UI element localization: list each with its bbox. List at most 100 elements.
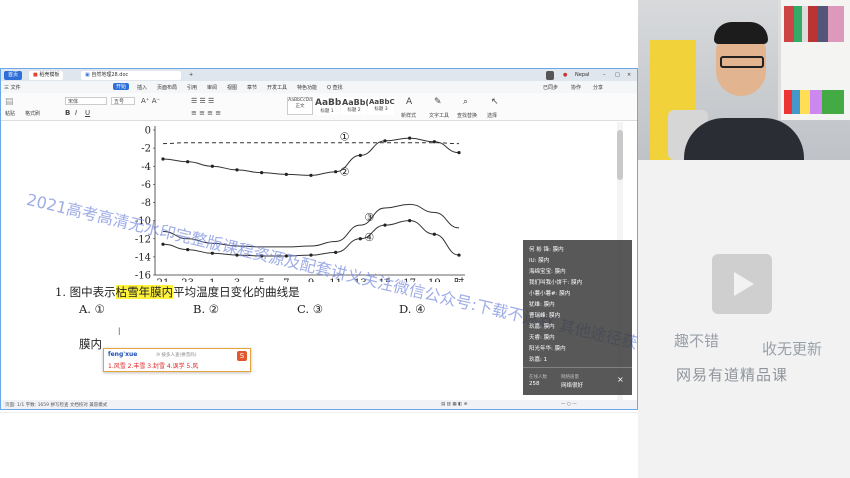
chat-message: 曹瑞峰: 膜内 [529,313,561,319]
play-logo-icon [712,254,772,314]
ime-input: feng'xue [108,351,138,358]
chat-close-icon[interactable]: × [617,375,624,384]
new-style-label[interactable]: 新样式 [401,112,416,119]
collab-button[interactable]: 协作 [571,84,581,91]
format-painter[interactable]: 格式刷 [25,110,40,117]
ime-popup[interactable]: feng'xue ⑩ 按多人查(拼音码) 1.风雪 2.丰雪 3.封雪 4.讽学… [103,348,251,372]
align-icons[interactable]: ≡ ≡ ≡ ≡ [191,109,221,117]
menu-search[interactable]: Q 查找 [327,84,343,91]
x-tick-label: 9 [308,278,314,282]
ime-candidates[interactable]: 1.风雪 2.丰雪 3.封雪 4.讽学 5.风 [108,361,198,370]
data-point [334,250,338,254]
chat-message: 我们叫我小饼干: 膜内 [529,280,583,286]
chat-message: 小薯小薯#: 膜内 [529,291,571,297]
sogou-logo-icon: S [237,351,247,361]
find-icon[interactable]: ⌕ [463,97,468,107]
series-label: ③ [364,211,374,224]
y-tick-label: -8 [141,198,151,209]
avatar[interactable]: ● [559,71,571,80]
new-style-icon[interactable]: A [406,97,412,107]
course-panel: 趣不错 收无更新 网易有道精品课 [638,160,850,478]
online-label: 在线人数 [529,375,547,380]
series-label: ② [340,166,350,179]
window-icon[interactable] [546,71,554,80]
chat-message: IU: 膜内 [529,258,550,264]
text-tools-label[interactable]: 文字工具 [429,112,449,119]
question-line: 1. 图中表示枯雪年膜内平均温度日变化的曲线是 [55,284,300,300]
italic-icon[interactable]: I [75,109,77,117]
add-tab-button[interactable]: + [185,71,197,80]
data-point [358,237,362,241]
chat-message: 犹维: 膜内 [529,302,555,308]
series-line [162,137,460,176]
style-heading1[interactable]: AaBb 标题 1 [314,97,341,115]
x-tick-label: 21 [157,278,170,282]
ime-hint: ⑩ 按多人查(拼音码) [156,353,197,358]
x-tick-label: 3 [234,278,240,282]
share-button[interactable]: 分享 [593,84,603,91]
menu-view[interactable]: 视图 [227,84,237,91]
menu-reference[interactable]: 引用 [187,84,197,91]
tab-templates[interactable]: ■ 稻壳模板 [29,71,64,80]
style-heading3[interactable]: AaBbC 标题 3 [368,97,395,115]
x-tick-label: 23 [181,278,194,282]
data-point [186,248,190,252]
menu-dev-tools[interactable]: 开发工具 [267,84,287,91]
menu-chapter[interactable]: 章节 [247,84,257,91]
data-point [457,151,461,155]
zoom-slider[interactable]: — ○ — [561,402,577,407]
tab-bar: 首页 ■ 稻壳模板 ▣ 自然地理28.doc + ● Nepal – □ × [1,69,637,81]
brand-right: 收无更新 [762,340,823,358]
chat-message: 天睿: 膜内 [529,335,555,341]
maximize-icon[interactable]: □ [611,71,624,80]
menu-insert[interactable]: 插入 [137,84,147,91]
y-tick-label: -16 [135,271,151,282]
find-replace-label[interactable]: 查找替换 [457,112,477,119]
person-hair [714,22,768,44]
sync-status[interactable]: 已同步 [543,84,558,91]
tab-home[interactable]: 首页 [4,71,23,80]
select-label[interactable]: 选择 [487,112,497,119]
y-tick-label: 0 [145,126,151,137]
menu-review[interactable]: 审阅 [207,84,217,91]
menu-file[interactable]: 三 文件 [4,84,21,91]
underline-icon[interactable]: U [85,109,90,117]
brand-left: 趣不错 [674,332,720,350]
bold-icon[interactable]: B [65,109,70,117]
ribbon: ▤ 粘贴 格式刷 宋体 五号 B I U A⁺ A⁻ ☰ ☰ ☰ ≡ ≡ ≡ ≡… [1,93,637,121]
data-point [334,170,338,174]
x-tick-label: 时 [454,277,464,282]
user-name[interactable]: Nepal [571,71,593,80]
question-text-before: 图中表示 [69,285,116,299]
text-tools-icon[interactable]: ✎ [434,97,442,107]
data-point [432,232,436,236]
data-point [457,253,461,257]
chat-message: 何 彬 锋: 膜内 [529,247,564,253]
menu-features[interactable]: 特色功能 [297,84,317,91]
paste-icon[interactable]: ▤ [5,97,14,107]
select-icon[interactable]: ↖ [491,97,499,107]
status-bar: 页面: 1/1 字数: 1659 拼写检查 文档校对 兼容模式 ▤ ▥ ▦ ◧ … [1,400,637,409]
question-text-after: 平均温度日变化的曲线是 [173,285,300,299]
minimize-icon[interactable]: – [599,71,610,80]
font-size-select[interactable]: 五号 [111,97,135,105]
list-icons[interactable]: ☰ ☰ ☰ [191,97,214,105]
data-point [358,153,362,157]
paste-label[interactable]: 粘贴 [5,110,15,117]
view-icons[interactable]: ▤ ▥ ▦ ◧ ⊕ [441,402,468,407]
menu-layout[interactable]: 页面布局 [157,84,177,91]
font-select[interactable]: 宋体 [65,97,107,105]
series-label: ④ [364,231,374,244]
highlighted-text[interactable]: 枯雪年膜内 [115,285,174,299]
menu-start[interactable]: 开始 [113,83,130,90]
scrollbar-thumb[interactable] [617,130,623,180]
typing-text[interactable]: 膜内 [79,336,102,352]
style-normal[interactable]: AaBbCcDd 正文 [287,97,313,115]
webcam-video [638,0,850,160]
font-grow-icon[interactable]: A⁺ A⁻ [141,97,160,105]
style-heading2[interactable]: AaBb(标题 2 [341,97,369,115]
data-point [186,160,190,164]
close-icon[interactable]: × [623,71,635,80]
tab-document[interactable]: ▣ 自然地理28.doc [81,71,181,80]
doc-icon: ▣ [85,72,90,78]
